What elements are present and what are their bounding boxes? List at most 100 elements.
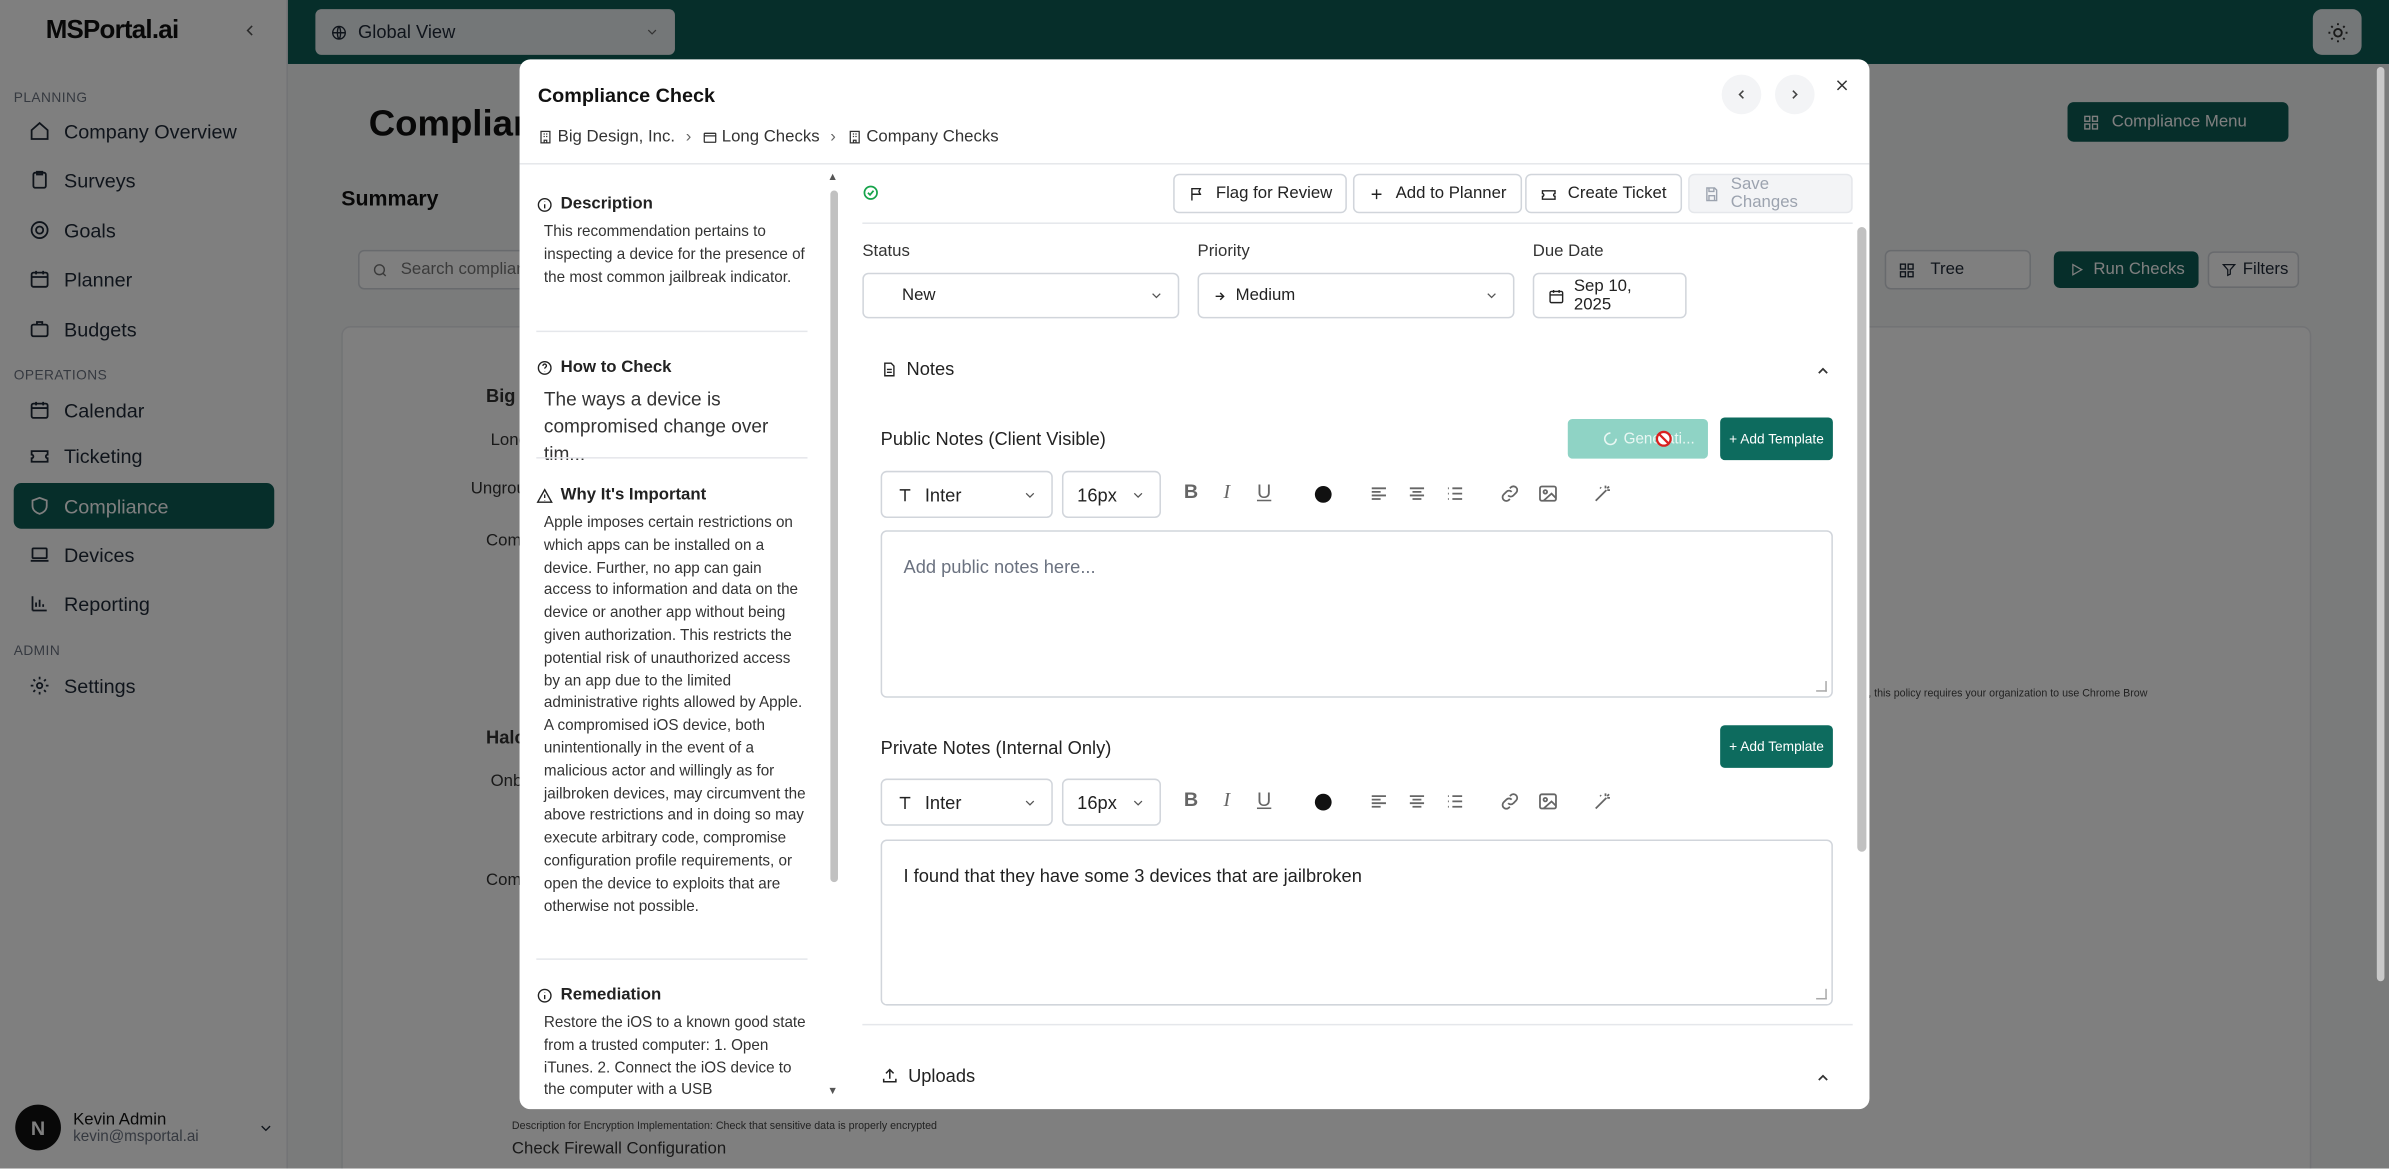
calendar-icon [1548, 287, 1565, 304]
font-family-select[interactable]: Inter [880, 470, 1053, 519]
text-icon [896, 793, 914, 811]
how-to-check-title: How to Check [560, 358, 672, 377]
flag-for-review-button[interactable]: Flag for Review [1173, 173, 1348, 214]
remediation-section: Remediation Restore the iOS to a known g… [536, 986, 807, 1104]
scroll-down-icon[interactable]: ▼ [827, 1086, 838, 1097]
divider [862, 1023, 1853, 1026]
plus-icon [1368, 185, 1385, 202]
private-notes-textarea[interactable]: I found that they have some 3 devices th… [880, 839, 1833, 1006]
image-icon[interactable] [1537, 791, 1558, 812]
bullet-list-icon[interactable] [1444, 791, 1465, 812]
document-icon [881, 360, 898, 377]
align-center-icon[interactable] [1406, 483, 1427, 504]
chevron-down-icon [1484, 288, 1499, 303]
chevron-up-icon[interactable] [1815, 363, 1832, 380]
italic-icon[interactable]: I [1223, 788, 1230, 812]
building-icon [847, 130, 862, 145]
image-icon[interactable] [1537, 483, 1558, 504]
add-to-planner-button[interactable]: Add to Planner [1352, 173, 1522, 214]
how-to-check-section[interactable]: How to Check The ways a device is compro… [536, 358, 807, 468]
chevron-right-icon [1787, 87, 1802, 102]
previous-button[interactable] [1721, 74, 1762, 115]
breadcrumb: Big Design, Inc. › Long Checks › Company… [538, 128, 999, 146]
close-icon[interactable] [1833, 76, 1851, 94]
divider [536, 330, 808, 333]
why-important-section: Why It's Important Apple imposes certain… [536, 486, 807, 919]
chevron-right-icon: › [685, 127, 692, 147]
scroll-up-icon[interactable]: ▲ [827, 172, 838, 183]
description-text: This recommendation pertains to inspecti… [543, 223, 805, 286]
italic-icon[interactable]: I [1223, 480, 1230, 504]
resize-handle[interactable] [1816, 988, 1827, 1000]
text-color-icon[interactable] [1314, 793, 1332, 811]
bullet-list-icon[interactable] [1444, 483, 1465, 504]
generate-button[interactable]: Generati... [1567, 418, 1708, 459]
chevron-left-icon [1734, 87, 1749, 102]
due-date-picker[interactable]: Sep 10, 2025 [1532, 272, 1687, 319]
bold-icon[interactable]: B [1184, 788, 1198, 811]
check-circle-icon [862, 184, 879, 201]
magic-wand-icon[interactable] [1592, 791, 1613, 812]
status-select[interactable]: New [862, 272, 1180, 319]
details-scrollbar[interactable]: ▲ ▼ [827, 172, 839, 1101]
create-ticket-button[interactable]: Create Ticket [1525, 173, 1682, 214]
info-icon [536, 987, 553, 1004]
chevron-down-icon [1131, 795, 1146, 810]
align-left-icon[interactable] [1368, 791, 1389, 812]
breadcrumb-item[interactable]: Long Checks [702, 128, 820, 146]
align-center-icon[interactable] [1406, 791, 1427, 812]
breadcrumb-item[interactable]: Big Design, Inc. [538, 128, 675, 146]
action-toolbar: Flag for Review Add to Planner Create Ti… [862, 168, 1853, 223]
info-icon [536, 196, 553, 213]
building-icon [538, 130, 553, 145]
ticket-icon [1540, 185, 1557, 202]
how-to-check-text: The ways a device is compromised change … [543, 388, 769, 465]
font-size-select[interactable]: 16px [1061, 470, 1161, 519]
divider [536, 457, 808, 459]
scrollbar-thumb[interactable] [830, 190, 838, 883]
align-left-icon[interactable] [1368, 483, 1389, 504]
divider [862, 222, 1853, 224]
private-notes-label: Private Notes (Internal Only) [880, 737, 1112, 759]
remediation-text: Restore the iOS to a known good state fr… [543, 1014, 806, 1100]
loading-spinner-icon [1602, 431, 1617, 446]
divider [519, 163, 1870, 165]
save-changes-button[interactable]: Save Changes [1688, 173, 1853, 214]
dialog-title: Compliance Check [537, 83, 716, 107]
link-icon[interactable] [1499, 791, 1520, 812]
text-color-icon[interactable] [1314, 486, 1332, 503]
font-size-select[interactable]: 16px [1061, 778, 1161, 826]
add-template-button[interactable]: + Add Template [1720, 417, 1833, 461]
page-scrollbar[interactable] [2376, 67, 2385, 982]
public-notes-label: Public Notes (Client Visible) [880, 428, 1106, 450]
priority-label: Priority [1197, 242, 1250, 261]
bold-icon[interactable]: B [1184, 480, 1198, 503]
chevron-up-icon[interactable] [1815, 1070, 1832, 1087]
private-notes-toolbar: Inter 16px B I U [880, 778, 1833, 828]
why-important-title: Why It's Important [560, 486, 707, 505]
chevron-down-icon [1149, 288, 1164, 303]
font-family-select[interactable]: Inter [880, 778, 1053, 826]
not-allowed-cursor-icon [1655, 430, 1673, 448]
chevron-down-icon [1022, 487, 1037, 502]
breadcrumb-item[interactable]: Company Checks [847, 128, 999, 146]
warning-icon [536, 487, 553, 504]
status-label: Status [862, 242, 910, 261]
resize-handle[interactable] [1816, 681, 1827, 692]
next-button[interactable] [1774, 74, 1815, 115]
magic-wand-icon[interactable] [1592, 483, 1613, 504]
underline-icon[interactable]: U [1257, 788, 1271, 811]
chevron-down-icon [1022, 795, 1037, 810]
priority-select[interactable]: Medium [1197, 272, 1515, 319]
add-template-button[interactable]: + Add Template [1720, 725, 1833, 768]
flag-icon [1188, 185, 1205, 202]
compliance-check-dialog: Compliance Check Big Design, Inc. › Long… [519, 59, 1870, 1110]
public-notes-textarea[interactable]: Add public notes here... [880, 530, 1833, 698]
content-scrollbar[interactable] [1857, 227, 1867, 852]
notes-section-header[interactable]: Notes [881, 358, 954, 379]
description-section: Description This recommendation pertains… [536, 195, 807, 290]
due-date-label: Due Date [1532, 242, 1604, 261]
link-icon[interactable] [1499, 483, 1520, 504]
uploads-section-header[interactable]: Uploads [881, 1065, 975, 1086]
underline-icon[interactable]: U [1257, 480, 1271, 503]
